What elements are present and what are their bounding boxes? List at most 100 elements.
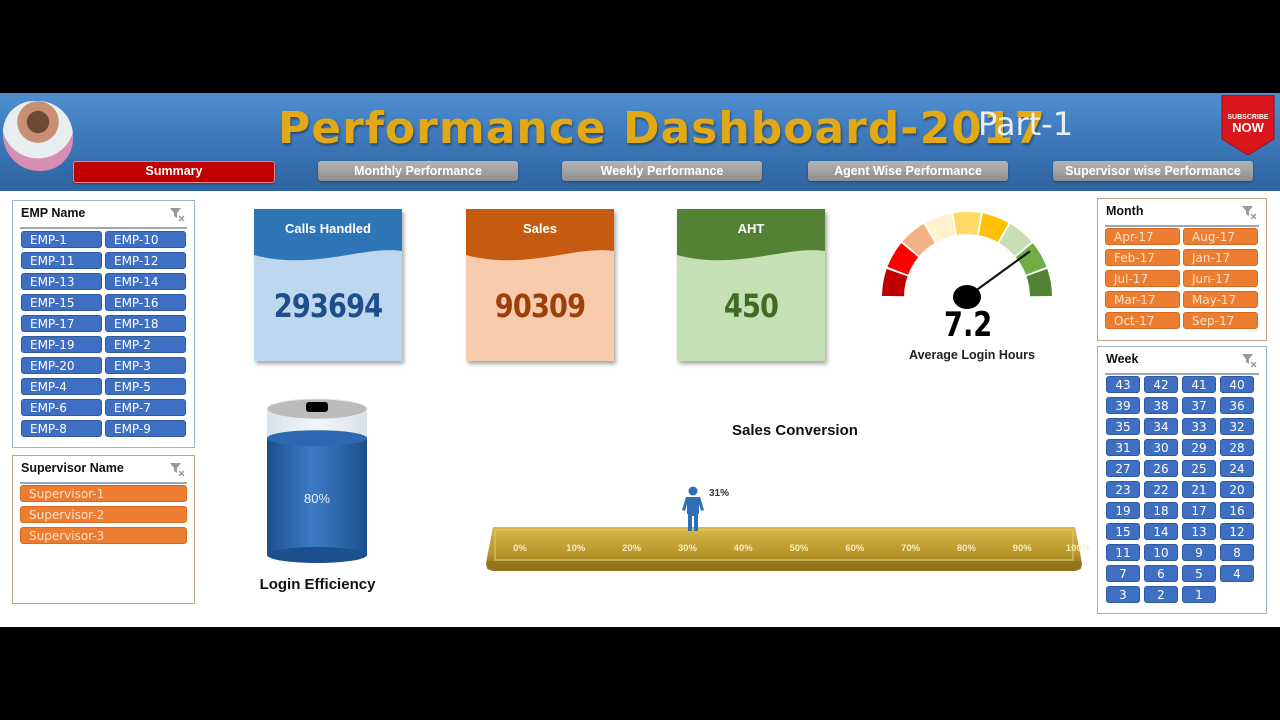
emp-item[interactable]: EMP-5: [105, 378, 186, 395]
week-item[interactable]: 19: [1106, 502, 1140, 519]
month-item[interactable]: May-17: [1183, 291, 1258, 308]
week-item[interactable]: 11: [1106, 544, 1140, 561]
week-item[interactable]: 27: [1106, 460, 1140, 477]
week-item[interactable]: 24: [1220, 460, 1254, 477]
week-item[interactable]: 33: [1182, 418, 1216, 435]
tab-monthly-performance[interactable]: Monthly Performance: [318, 161, 518, 181]
clear-filter-icon[interactable]: [1241, 352, 1257, 368]
sales-conversion-title: Sales Conversion: [732, 422, 858, 439]
emp-item[interactable]: EMP-7: [105, 399, 186, 416]
week-item[interactable]: 10: [1144, 544, 1178, 561]
week-item[interactable]: 21: [1182, 481, 1216, 498]
emp-item[interactable]: EMP-6: [21, 399, 102, 416]
emp-item[interactable]: EMP-10: [105, 231, 186, 248]
month-item[interactable]: Jan-17: [1183, 249, 1258, 266]
emp-item[interactable]: EMP-1: [21, 231, 102, 248]
emp-item[interactable]: EMP-19: [21, 336, 102, 353]
subscribe-badge-icon[interactable]: SUBSCRIBE NOW: [1220, 95, 1276, 155]
week-item[interactable]: 36: [1220, 397, 1254, 414]
card-title: Sales: [523, 221, 557, 236]
emp-item[interactable]: EMP-15: [21, 294, 102, 311]
part-label: Part-1: [978, 105, 1074, 143]
week-item[interactable]: 37: [1182, 397, 1216, 414]
week-item[interactable]: 1: [1182, 586, 1216, 603]
emp-item[interactable]: EMP-17: [21, 315, 102, 332]
battery-fill-bottom: [267, 547, 367, 563]
supervisor-item[interactable]: Supervisor-2: [20, 506, 187, 523]
week-item[interactable]: 18: [1144, 502, 1178, 519]
slicer-divider: [1105, 373, 1259, 375]
calls-handled-card: Calls Handled 293694: [254, 209, 402, 361]
month-item[interactable]: Feb-17: [1105, 249, 1180, 266]
week-item[interactable]: 31: [1106, 439, 1140, 456]
card-title: AHT: [737, 221, 765, 236]
week-item[interactable]: 38: [1144, 397, 1178, 414]
month-item[interactable]: Jun-17: [1183, 270, 1258, 287]
week-item[interactable]: 14: [1144, 523, 1178, 540]
week-item[interactable]: 32: [1220, 418, 1254, 435]
emp-item[interactable]: EMP-14: [105, 273, 186, 290]
emp-item[interactable]: EMP-13: [21, 273, 102, 290]
month-item[interactable]: Sep-17: [1183, 312, 1258, 329]
emp-item[interactable]: EMP-20: [21, 357, 102, 374]
tab-supervisor-wise-performance[interactable]: Supervisor wise Performance: [1053, 161, 1253, 181]
supervisor-item[interactable]: Supervisor-3: [20, 527, 187, 544]
emp-item[interactable]: EMP-2: [105, 336, 186, 353]
week-item[interactable]: 25: [1182, 460, 1216, 477]
week-item[interactable]: 13: [1182, 523, 1216, 540]
week-item[interactable]: 17: [1182, 502, 1216, 519]
week-item[interactable]: 23: [1106, 481, 1140, 498]
week-item[interactable]: 28: [1220, 439, 1254, 456]
week-item[interactable]: 4: [1220, 565, 1254, 582]
emp-item[interactable]: EMP-12: [105, 252, 186, 269]
week-item[interactable]: 22: [1144, 481, 1178, 498]
month-item[interactable]: Oct-17: [1105, 312, 1180, 329]
week-item[interactable]: 30: [1144, 439, 1178, 456]
sales-conversion-value: 31%: [708, 488, 729, 499]
slicer-divider: [20, 482, 187, 484]
emp-item[interactable]: EMP-8: [21, 420, 102, 437]
week-item[interactable]: 16: [1220, 502, 1254, 519]
week-item[interactable]: 9: [1182, 544, 1216, 561]
week-item[interactable]: 29: [1182, 439, 1216, 456]
week-item[interactable]: 2: [1144, 586, 1178, 603]
week-item[interactable]: 35: [1106, 418, 1140, 435]
tab-agent-wise-performance[interactable]: Agent Wise Performance: [808, 161, 1008, 181]
month-item[interactable]: Aug-17: [1183, 228, 1258, 245]
emp-item[interactable]: EMP-18: [105, 315, 186, 332]
week-item[interactable]: 7: [1106, 565, 1140, 582]
emp-item[interactable]: EMP-16: [105, 294, 186, 311]
week-item[interactable]: 42: [1144, 376, 1178, 393]
login-hours-gauge: [882, 212, 1052, 309]
supervisor-item[interactable]: Supervisor-1: [20, 485, 187, 502]
week-item[interactable]: 39: [1106, 397, 1140, 414]
clear-filter-icon[interactable]: [169, 206, 185, 222]
week-item[interactable]: 5: [1182, 565, 1216, 582]
emp-item[interactable]: EMP-4: [21, 378, 102, 395]
month-item[interactable]: Jul-17: [1105, 270, 1180, 287]
emp-item[interactable]: EMP-9: [105, 420, 186, 437]
month-item[interactable]: Apr-17: [1105, 228, 1180, 245]
week-item[interactable]: 43: [1106, 376, 1140, 393]
month-item[interactable]: Mar-17: [1105, 291, 1180, 308]
week-item[interactable]: 40: [1220, 376, 1254, 393]
week-item[interactable]: 41: [1182, 376, 1216, 393]
gauge-label: Average Login Hours: [909, 348, 1035, 362]
login-efficiency-label: Login Efficiency: [259, 576, 376, 593]
week-item[interactable]: 6: [1144, 565, 1178, 582]
week-item[interactable]: 15: [1106, 523, 1140, 540]
week-item[interactable]: 8: [1220, 544, 1254, 561]
week-item[interactable]: 3: [1106, 586, 1140, 603]
tab-summary[interactable]: Summary: [73, 161, 275, 183]
emp-item[interactable]: EMP-11: [21, 252, 102, 269]
week-item[interactable]: 12: [1220, 523, 1254, 540]
week-item[interactable]: 26: [1144, 460, 1178, 477]
clear-filter-icon[interactable]: [169, 461, 185, 477]
week-item[interactable]: 20: [1220, 481, 1254, 498]
dashboard-title: Performance Dashboard-2017: [278, 103, 1047, 154]
week-item[interactable]: 34: [1144, 418, 1178, 435]
emp-item[interactable]: EMP-3: [105, 357, 186, 374]
tab-weekly-performance[interactable]: Weekly Performance: [562, 161, 762, 181]
clear-filter-icon[interactable]: [1241, 204, 1257, 220]
sales-card: Sales 90309: [466, 209, 614, 361]
